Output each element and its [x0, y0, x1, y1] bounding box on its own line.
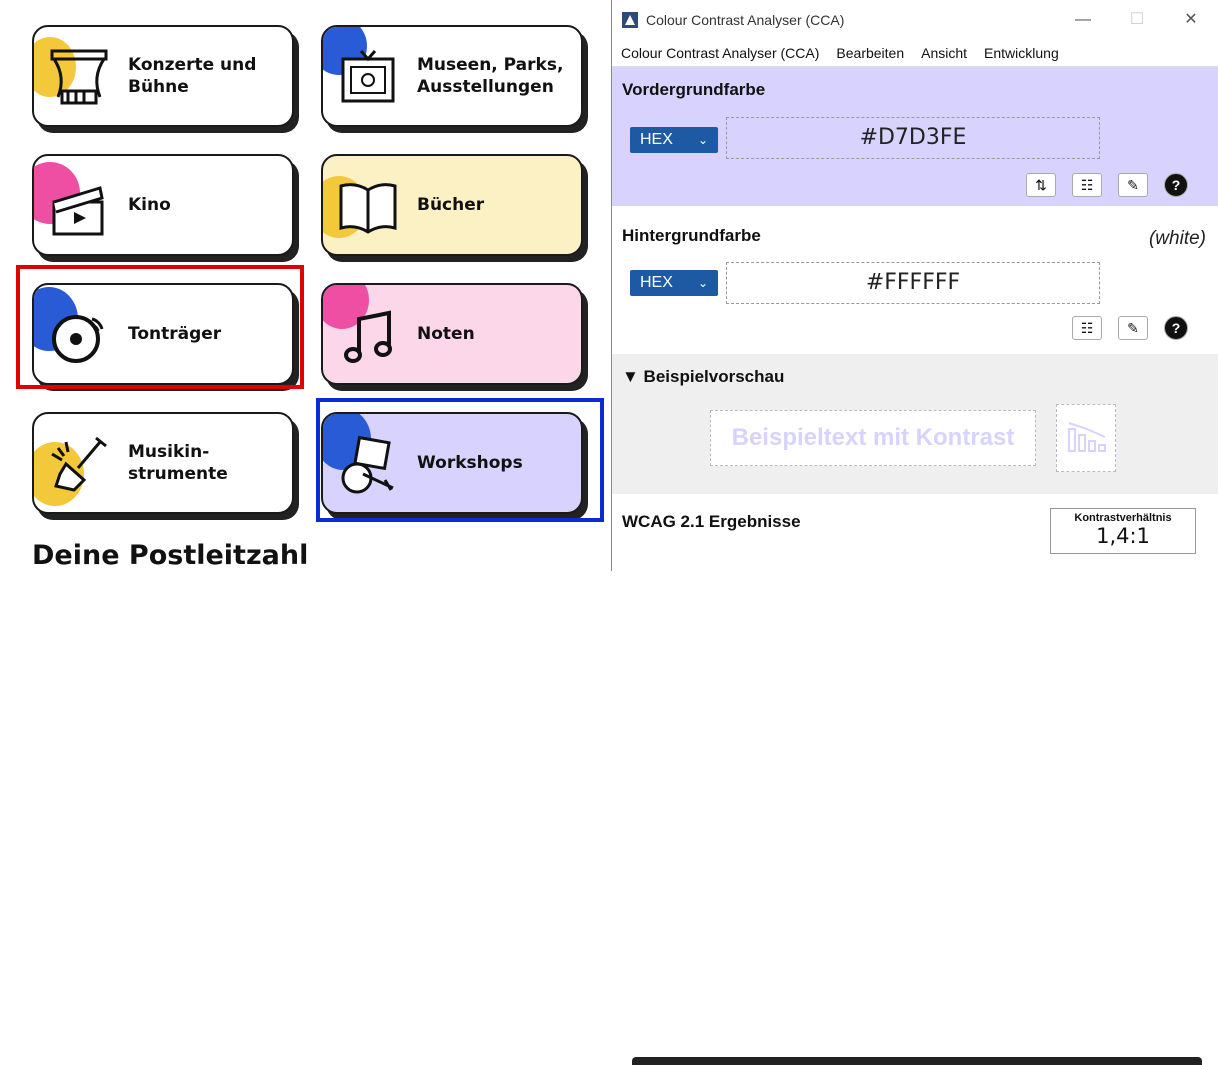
electric-guitar-icon	[51, 436, 107, 492]
open-book-icon	[339, 183, 397, 234]
contrast-ratio-value: 1,4:1	[1096, 524, 1150, 548]
postcode-heading: Deine Postleitzahl	[32, 540, 309, 571]
category-label: Konzerte und Bühne	[128, 27, 256, 125]
background-help-button[interactable]: ?	[1164, 316, 1188, 340]
preview-image-box	[1056, 404, 1116, 472]
eyedropper-icon: ✎	[1127, 177, 1139, 193]
background-format-label: HEX	[640, 274, 673, 291]
maximize-button[interactable]: ☐	[1110, 0, 1164, 40]
category-label: Noten	[417, 285, 475, 383]
category-label-line: Kino	[128, 195, 171, 215]
cca-app-icon	[622, 12, 638, 28]
category-label-line: Noten	[417, 324, 475, 344]
category-label-line: Museen, Parks,	[417, 55, 564, 75]
close-button[interactable]: ✕	[1164, 0, 1218, 40]
background-picker-button[interactable]: ✎	[1118, 316, 1148, 340]
background-section: Hintergrundfarbe (white) HEX ⌄ #FFFFFF ☷ …	[612, 206, 1218, 354]
menu-ansicht[interactable]: Ansicht	[921, 45, 967, 61]
cca-titlebar: Colour Contrast Analyser (CCA) — ☐ ✕	[612, 0, 1218, 40]
category-card[interactable]: Konzerte und Bühne	[32, 25, 294, 127]
preview-toggle[interactable]: ▼ Beispielvorschau	[622, 367, 784, 387]
music-note-icon	[344, 310, 392, 363]
category-label-line: Ausstellungen	[417, 77, 554, 97]
background-hex-input[interactable]: #FFFFFF	[726, 262, 1100, 304]
category-panel: Konzerte und Bühne Museen, Parks, Ausstellu…	[0, 0, 612, 571]
results-bar	[632, 1057, 1202, 1065]
category-card[interactable]: Museen, Parks, Ausstellungen	[321, 25, 583, 127]
foreground-picker-button[interactable]: ✎	[1118, 173, 1148, 197]
category-label: Kino	[128, 156, 171, 254]
framed-picture-icon	[341, 50, 395, 103]
theater-stage-icon	[50, 49, 108, 105]
blue-highlight-frame	[316, 398, 604, 522]
preview-section: ▼ Beispielvorschau Beispieltext mit Kont…	[612, 354, 1218, 494]
swap-colors-button[interactable]: ⇅	[1026, 173, 1056, 197]
background-color-name: (white)	[1148, 228, 1206, 249]
minimize-button[interactable]: —	[1056, 0, 1110, 40]
help-icon: ?	[1171, 177, 1181, 193]
preview-sample-text: Beispieltext mit Kontrast	[710, 410, 1036, 466]
chart-image-icon	[1068, 422, 1106, 452]
swap-icon: ⇅	[1035, 177, 1047, 193]
background-sliders-button[interactable]: ☷	[1072, 316, 1102, 340]
foreground-format-select[interactable]: HEX ⌄	[630, 127, 718, 153]
clapperboard-icon	[52, 186, 104, 236]
category-card[interactable]: Musikin-strumente	[32, 412, 294, 514]
cca-window-title: Colour Contrast Analyser (CCA)	[646, 12, 845, 28]
cca-menubar: Colour Contrast Analyser (CCA) Bearbeite…	[612, 40, 1218, 67]
category-card[interactable]: Noten	[321, 283, 583, 385]
category-label: Musikin-strumente	[128, 414, 228, 512]
chevron-down-icon: ⌄	[697, 133, 708, 147]
menu-bearbeiten[interactable]: Bearbeiten	[836, 45, 904, 61]
foreground-sliders-button[interactable]: ☷	[1072, 173, 1102, 197]
background-format-select[interactable]: HEX ⌄	[630, 270, 718, 296]
help-icon: ?	[1171, 320, 1181, 336]
red-highlight-frame	[16, 265, 304, 389]
eyedropper-icon: ✎	[1127, 320, 1139, 336]
category-label-line: Bücher	[417, 195, 485, 215]
category-label-line: Bühne	[128, 77, 189, 97]
category-label-line: strumente	[128, 464, 228, 484]
foreground-title: Vordergrundfarbe	[622, 80, 766, 99]
menu-entwicklung[interactable]: Entwicklung	[984, 45, 1059, 61]
sliders-icon: ☷	[1080, 320, 1094, 336]
category-card[interactable]: Bücher	[321, 154, 583, 256]
category-label: Bücher	[417, 156, 484, 254]
category-label-line: Musikin-	[128, 442, 210, 462]
results-section: WCAG 2.1 Ergebnisse Kontrastverhältnis 1…	[612, 494, 1218, 1065]
contrast-ratio-label: Kontrastverhältnis	[1074, 512, 1172, 524]
foreground-hex-input[interactable]: #D7D3FE	[726, 117, 1100, 159]
category-label: Museen, Parks, Ausstellungen	[417, 27, 563, 125]
foreground-section: Vordergrundfarbe HEX ⌄ #D7D3FE ⇅ ☷ ✎ ?	[612, 67, 1218, 206]
category-label-line: Konzerte und	[128, 55, 257, 75]
sliders-icon: ☷	[1080, 177, 1094, 193]
foreground-help-button[interactable]: ?	[1164, 173, 1188, 197]
contrast-ratio-box: Kontrastverhältnis 1,4:1	[1050, 508, 1196, 554]
background-title: Hintergrundfarbe	[622, 226, 761, 245]
foreground-format-label: HEX	[640, 131, 673, 148]
category-card[interactable]: Kino	[32, 154, 294, 256]
menu-app[interactable]: Colour Contrast Analyser (CCA)	[621, 45, 819, 61]
cca-window: Colour Contrast Analyser (CCA) — ☐ ✕ Col…	[611, 0, 1218, 1065]
chevron-down-icon: ⌄	[697, 276, 708, 290]
results-title: WCAG 2.1 Ergebnisse	[622, 512, 801, 531]
